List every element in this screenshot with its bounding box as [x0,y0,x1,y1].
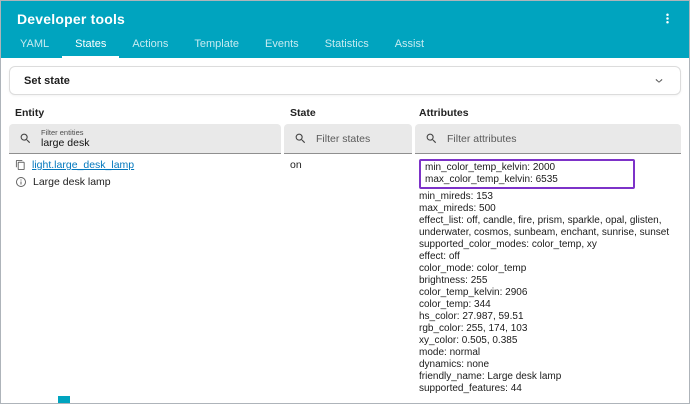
attribute-line: color_mode: color_temp [419,263,675,275]
attribute-line: color_temp_kelvin: 2906 [419,287,675,299]
info-icon[interactable] [15,176,27,188]
column-header-entity: Entity [9,107,281,124]
attribute-line: effect_list: off, candle, fire, prism, s… [419,215,675,239]
state-cell: on [284,154,412,395]
attribute-line: brightness: 255 [419,275,675,287]
entity-friendly-name: Large desk lamp [33,176,111,188]
attributes-filter-field[interactable] [415,124,681,154]
attribute-line: hs_color: 27.987, 59.51 [419,311,675,323]
entity-cell: light.large_desk_lamp Large desk lamp [9,154,281,395]
attributes-cell: min_color_temp_kelvin: 2000 max_color_te… [415,154,681,395]
entity-id-link[interactable]: light.large_desk_lamp [32,159,134,171]
search-icon [19,132,32,145]
tab-template[interactable]: Template [181,31,252,58]
attribute-line: max_color_temp_kelvin: 6535 [425,174,629,186]
attribute-line: xy_color: 0.505, 0.385 [419,335,675,347]
tab-states[interactable]: States [62,31,119,58]
tab-assist[interactable]: Assist [382,31,437,58]
app-header: Developer tools YAML States Actions Temp… [1,1,689,58]
clipped-element-fragment [58,396,70,403]
highlight-annotation-box: min_color_temp_kelvin: 2000 max_color_te… [419,159,635,189]
states-content: Set state Entity State Attributes Filter… [1,58,689,395]
column-header-attributes: Attributes [415,107,681,124]
attribute-line: friendly_name: Large desk lamp [419,371,675,383]
search-icon [425,132,438,145]
tab-actions[interactable]: Actions [119,31,181,58]
attributes-filter-input[interactable] [447,133,671,145]
attribute-line: color_temp: 344 [419,299,675,311]
tab-bar: YAML States Actions Template Events Stat… [1,31,689,58]
attribute-line: dynamics: none [419,359,675,371]
attribute-line: effect: off [419,251,675,263]
overflow-menu-icon[interactable] [657,9,677,29]
tab-statistics[interactable]: Statistics [312,31,382,58]
set-state-label: Set state [24,75,70,87]
entity-filter-input[interactable]: large desk [41,137,89,149]
tab-events[interactable]: Events [252,31,312,58]
entity-filter-field[interactable]: Filter entities large desk [9,124,281,154]
attribute-line: min_mireds: 153 [419,191,675,203]
chevron-down-icon [652,74,666,88]
attribute-line: max_mireds: 500 [419,203,675,215]
set-state-panel[interactable]: Set state [9,66,681,95]
tab-yaml[interactable]: YAML [7,31,62,58]
entity-table: Entity State Attributes Filter entities … [9,107,681,395]
state-filter-field[interactable] [284,124,412,154]
copy-entity-id-icon[interactable] [15,159,26,171]
attribute-line: supported_features: 44 [419,383,675,395]
attribute-line: supported_color_modes: color_temp, xy [419,239,675,251]
page-title: Developer tools [17,11,125,27]
search-icon [294,132,307,145]
attribute-line: min_color_temp_kelvin: 2000 [425,162,629,174]
entity-filter-label: Filter entities [41,128,89,137]
attribute-line: mode: normal [419,347,675,359]
column-header-state: State [284,107,412,124]
attribute-line: rgb_color: 255, 174, 103 [419,323,675,335]
